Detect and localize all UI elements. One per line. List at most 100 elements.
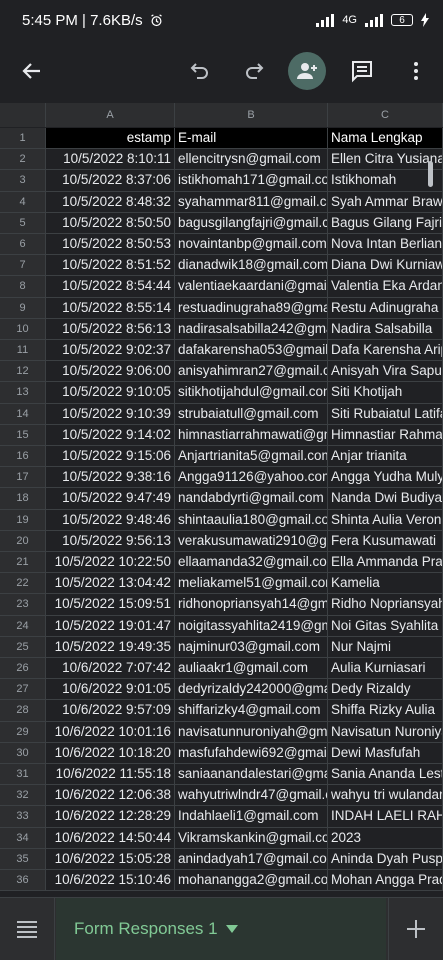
timestamp-cell[interactable]: 10/5/2022 9:38:16 xyxy=(46,467,175,488)
name-cell[interactable]: Anisyah Vira Saput xyxy=(328,361,443,382)
table-row[interactable]: 18 10/5/2022 9:47:49 nandabdyrti@gmail.com… xyxy=(0,488,443,510)
table-row[interactable]: 8 10/5/2022 8:54:44 valentiaekaardani@gmai… xyxy=(0,276,443,298)
email-cell[interactable]: masfufahdewi692@gmail. xyxy=(175,742,328,763)
table-row[interactable]: 28 10/6/2022 9:57:09 shiffarizky4@gmail.co… xyxy=(0,700,443,722)
timestamp-cell[interactable]: 10/5/2022 19:01:47 xyxy=(46,615,175,636)
name-cell[interactable]: Diana Dwi Kurniawa xyxy=(328,255,443,276)
timestamp-cell[interactable]: 10/5/2022 8:50:50 xyxy=(46,212,175,233)
row-number[interactable]: 24 xyxy=(0,615,46,636)
name-cell[interactable]: Restu Adinugraha xyxy=(328,297,443,318)
name-cell[interactable]: wahyu tri wulandari xyxy=(328,785,443,806)
email-cell[interactable]: Anjartrianita5@gmail.com xyxy=(175,446,328,467)
table-row[interactable]: 29 10/6/2022 10:01:16 navisatunnuroniyah@g… xyxy=(0,721,443,743)
email-cell[interactable]: E-mail xyxy=(175,128,328,149)
row-number[interactable]: 12 xyxy=(0,361,46,382)
table-row[interactable]: 35 10/6/2022 15:05:28 anindadyah17@gmail.c… xyxy=(0,848,443,870)
table-row[interactable]: 25 10/5/2022 19:49:35 najminur03@gmail.com… xyxy=(0,636,443,658)
email-cell[interactable]: verakusumawati2910@gm xyxy=(175,530,328,551)
email-cell[interactable]: anisyahimran27@gmail.co xyxy=(175,361,328,382)
table-row[interactable]: 12 10/5/2022 9:06:00 anisyahimran27@gmail.… xyxy=(0,361,443,383)
table-row[interactable]: 31 10/6/2022 11:55:18 saniaanandalestari@g… xyxy=(0,764,443,786)
table-row[interactable]: 20 10/5/2022 9:56:13 verakusumawati2910@gm… xyxy=(0,530,443,552)
timestamp-cell[interactable]: 10/5/2022 8:48:32 xyxy=(46,191,175,212)
table-row[interactable]: 6 10/5/2022 8:50:53 novaintanbp@gmail.com N… xyxy=(0,234,443,256)
row-number[interactable]: 17 xyxy=(0,467,46,488)
row-number[interactable]: 7 xyxy=(0,255,46,276)
comment-button[interactable] xyxy=(344,53,380,89)
table-row[interactable]: 3 10/5/2022 8:37:06 istikhomah171@gmail.co… xyxy=(0,170,443,192)
timestamp-cell[interactable]: 10/5/2022 19:49:35 xyxy=(46,636,175,657)
name-cell[interactable]: Siti Khotijah xyxy=(328,382,443,403)
timestamp-cell[interactable]: 10/6/2022 9:57:09 xyxy=(46,700,175,721)
timestamp-cell[interactable]: 10/6/2022 15:10:46 xyxy=(46,870,175,891)
timestamp-cell[interactable]: estamp xyxy=(46,128,175,149)
timestamp-cell[interactable]: 10/5/2022 8:56:13 xyxy=(46,318,175,339)
timestamp-cell[interactable]: 10/5/2022 8:55:14 xyxy=(46,297,175,318)
row-number[interactable]: 10 xyxy=(0,318,46,339)
name-cell[interactable]: Nanda Dwi Budiyar xyxy=(328,488,443,509)
table-row[interactable]: 24 10/5/2022 19:01:47 noigitassyahlita2419… xyxy=(0,615,443,637)
timestamp-cell[interactable]: 10/5/2022 9:15:06 xyxy=(46,446,175,467)
more-options-button[interactable] xyxy=(398,53,434,89)
row-number[interactable]: 31 xyxy=(0,764,46,785)
name-cell[interactable]: Dafa Karensha Arip xyxy=(328,340,443,361)
sheet-tab-form-responses[interactable]: Form Responses 1 xyxy=(56,898,386,960)
name-cell[interactable]: Aulia Kurniasari xyxy=(328,658,443,679)
name-cell[interactable]: Sania Ananda Lesta xyxy=(328,764,443,785)
timestamp-cell[interactable]: 10/6/2022 11:55:18 xyxy=(46,764,175,785)
timestamp-cell[interactable]: 10/5/2022 8:10:11 xyxy=(46,149,175,170)
row-number[interactable]: 28 xyxy=(0,700,46,721)
name-cell[interactable]: Ellen Citra Yusiana xyxy=(328,149,443,170)
timestamp-cell[interactable]: 10/5/2022 8:54:44 xyxy=(46,276,175,297)
name-cell[interactable]: Ridho Nopriansyah xyxy=(328,594,443,615)
name-cell[interactable]: Shiffa Rizky Aulia xyxy=(328,700,443,721)
name-cell[interactable]: Anjar trianita xyxy=(328,446,443,467)
table-row[interactable]: 21 10/5/2022 10:22:50 ellaamanda32@gmail.c… xyxy=(0,552,443,574)
select-all-corner[interactable] xyxy=(0,103,46,127)
table-row[interactable]: 15 10/5/2022 9:14:02 himnastiarrahmawati@g… xyxy=(0,424,443,446)
email-cell[interactable]: strubaiatull@gmail.com xyxy=(175,403,328,424)
name-cell[interactable]: INDAH LAELI RAHI xyxy=(328,806,443,827)
name-cell[interactable]: Nama Lengkap xyxy=(328,128,443,149)
name-cell[interactable]: Nova Intan Berliana xyxy=(328,234,443,255)
timestamp-cell[interactable]: 10/6/2022 15:05:28 xyxy=(46,848,175,869)
table-row[interactable]: 10 10/5/2022 8:56:13 nadirasalsabilla242@g… xyxy=(0,318,443,340)
email-cell[interactable]: bagusgilangfajri@gmail.com xyxy=(175,212,328,233)
name-cell[interactable]: Dewi Masfufah xyxy=(328,742,443,763)
name-cell[interactable]: Navisatun Nuroniya xyxy=(328,721,443,742)
table-row[interactable]: 27 10/6/2022 9:01:05 dedyrizaldy242000@gma… xyxy=(0,679,443,701)
table-row[interactable]: 22 10/5/2022 13:04:42 meliakamel51@gmail.c… xyxy=(0,573,443,595)
name-cell[interactable]: Bagus Gilang Fajri xyxy=(328,212,443,233)
column-header-a[interactable]: A xyxy=(46,103,175,127)
header-row[interactable]: 1 estamp E-mail Nama Lengkap xyxy=(0,128,443,150)
timestamp-cell[interactable]: 10/5/2022 9:06:00 xyxy=(46,361,175,382)
scrollbar-thumb[interactable] xyxy=(428,161,433,187)
add-sheet-button[interactable] xyxy=(388,898,443,960)
name-cell[interactable]: Nur Najmi xyxy=(328,636,443,657)
timestamp-cell[interactable]: 10/5/2022 9:10:39 xyxy=(46,403,175,424)
email-cell[interactable]: dedyrizaldy242000@gmai xyxy=(175,679,328,700)
name-cell[interactable]: 2023 xyxy=(328,827,443,848)
email-cell[interactable]: ellencitrysn@gmail.com xyxy=(175,149,328,170)
row-number[interactable]: 36 xyxy=(0,870,46,891)
name-cell[interactable]: Nadira Salsabilla xyxy=(328,318,443,339)
email-cell[interactable]: shiffarizky4@gmail.com xyxy=(175,700,328,721)
email-cell[interactable]: noigitassyahlita2419@gm xyxy=(175,615,328,636)
email-cell[interactable]: saniaanandalestari@gmai xyxy=(175,764,328,785)
table-row[interactable]: 5 10/5/2022 8:50:50 bagusgilangfajri@gmail… xyxy=(0,212,443,234)
table-row[interactable]: 14 10/5/2022 9:10:39 strubaiatull@gmail.co… xyxy=(0,403,443,425)
table-row[interactable]: 11 10/5/2022 9:02:37 dafakarensha053@gmail… xyxy=(0,340,443,362)
name-cell[interactable]: Siti Rubaiatul Latifa xyxy=(328,403,443,424)
redo-button[interactable] xyxy=(236,53,272,89)
table-row[interactable]: 23 10/5/2022 15:09:51 ridhonopriansyah14@g… xyxy=(0,594,443,616)
column-header-c[interactable]: C xyxy=(328,103,443,127)
row-number[interactable]: 26 xyxy=(0,658,46,679)
row-number[interactable]: 16 xyxy=(0,446,46,467)
name-cell[interactable]: Mohan Angga Prad xyxy=(328,870,443,891)
undo-button[interactable] xyxy=(182,53,218,89)
row-number[interactable]: 18 xyxy=(0,488,46,509)
email-cell[interactable]: novaintanbp@gmail.com xyxy=(175,234,328,255)
name-cell[interactable]: Fera Kusumawati xyxy=(328,530,443,551)
row-number[interactable]: 21 xyxy=(0,552,46,573)
row-number[interactable]: 35 xyxy=(0,848,46,869)
